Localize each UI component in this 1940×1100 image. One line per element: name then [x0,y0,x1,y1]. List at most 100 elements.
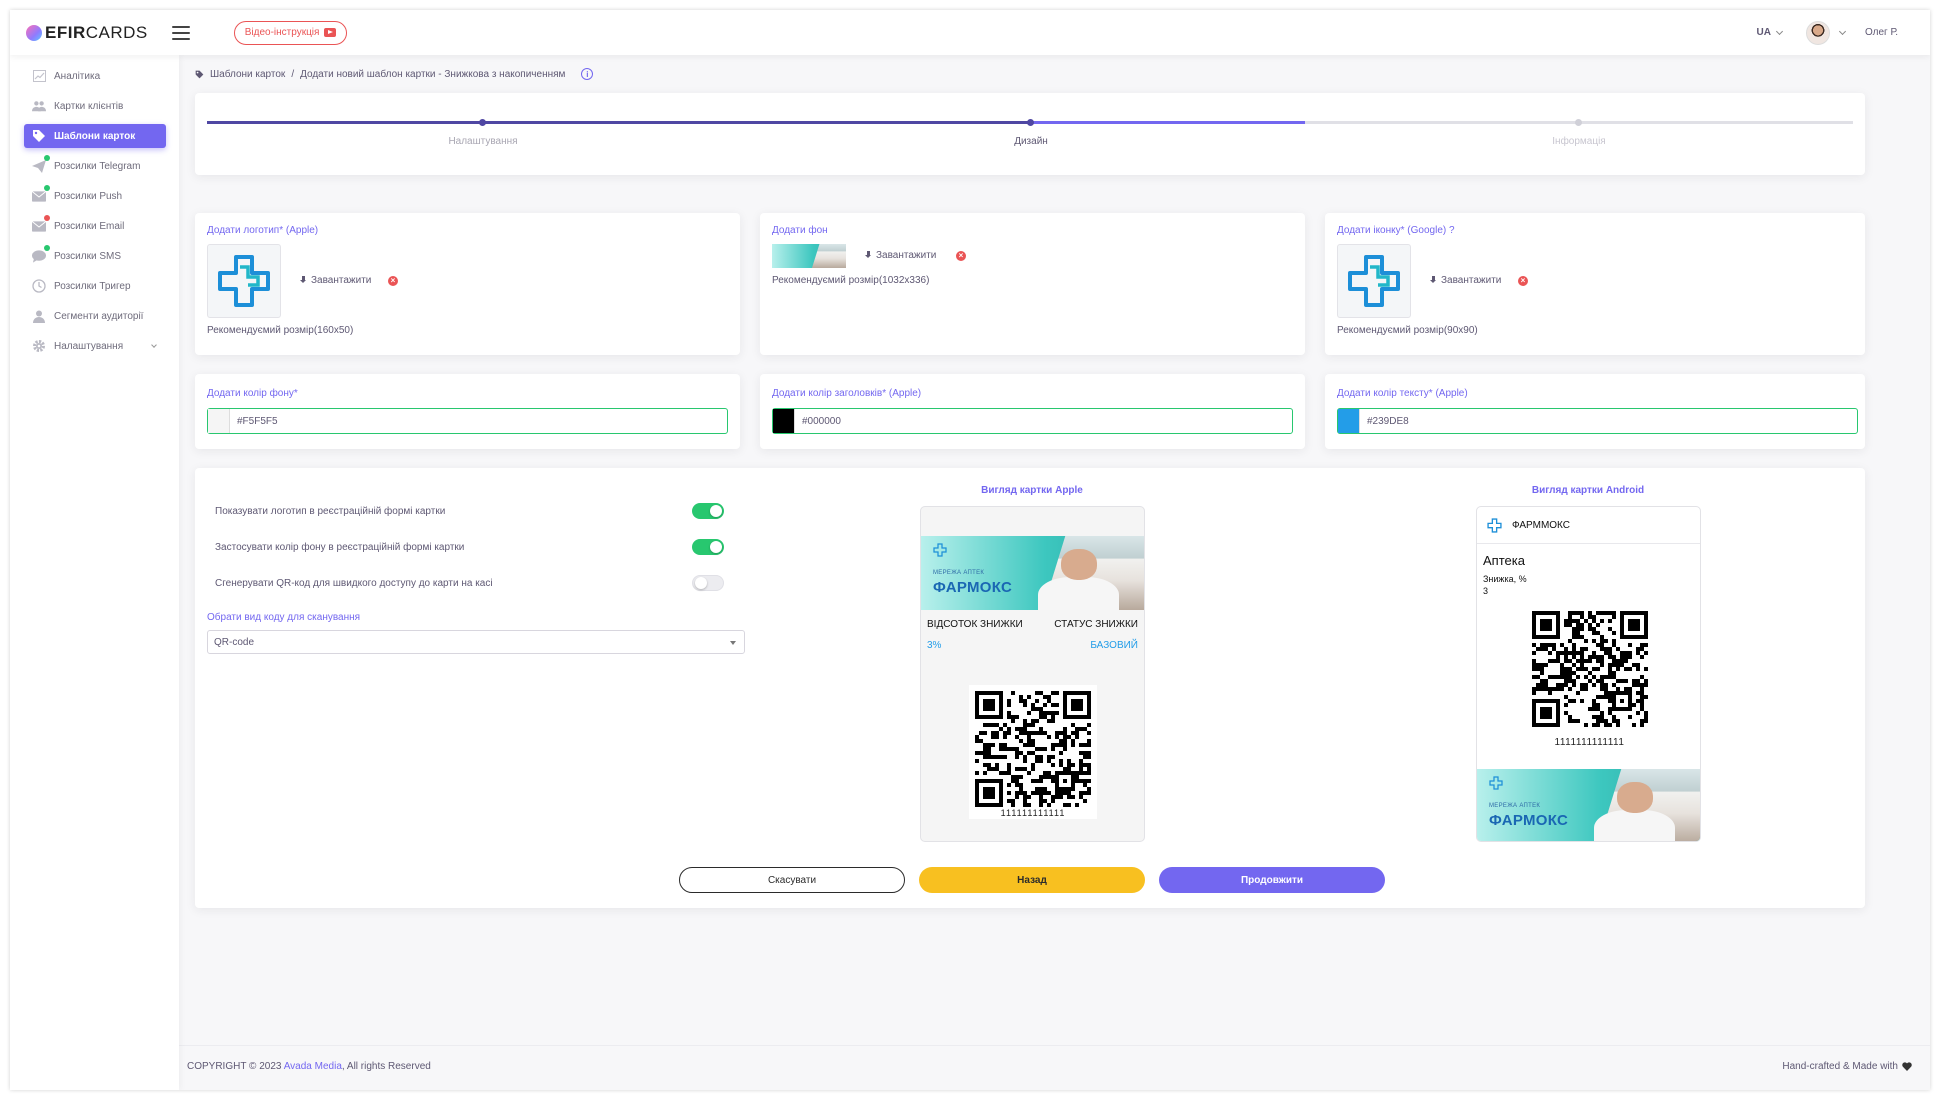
avatar[interactable] [1805,20,1830,45]
chevron-down-icon [151,342,157,348]
header-color-input[interactable]: #000000 [772,408,1293,434]
apple-qr-code: 111111111111 [969,685,1097,819]
mail-icon [32,185,50,203]
status-badge [44,155,50,161]
apple-field2-label: СТАТУС ЗНИЖКИ [1054,619,1138,630]
chat-icon [32,245,50,263]
breadcrumb-current: Додати новий шаблон картки - Знижкова з … [300,68,566,80]
stepper-card: Налаштування Дизайн Інформація [195,93,1865,175]
step-dot-2[interactable] [1027,119,1034,126]
menu-toggle-icon[interactable] [171,25,190,40]
chart-icon [32,69,46,83]
download-icon [864,251,873,260]
clock-icon [32,279,46,293]
background-delete-icon[interactable]: × [956,251,966,261]
sidebar-item-trigger[interactable]: Розсилки Тригер [24,274,166,298]
users-icon [32,99,46,113]
footer: COPYRIGHT © 2023 Avada Media, All rights… [179,1045,1930,1090]
sidebar-item-client-cards[interactable]: Картки клієнтів [24,94,166,118]
step-dot-3[interactable] [1575,119,1582,126]
android-preview-title: Вигляд картки Android [1531,485,1645,496]
sidebar-item-sms[interactable]: Розсилки SMS [24,244,166,268]
back-button[interactable]: Назад [919,867,1145,893]
stepper-progress-done-2 [757,121,1029,124]
sidebar: Аналітика Картки клієнтів Шаблони карток… [10,55,179,1090]
sidebar-item-telegram[interactable]: Розсилки Telegram [24,154,166,178]
app-frame: EFIR CARDS Відео-інструкція UA Олег Р. Ан… [10,10,1930,1090]
user-name[interactable]: Олег Р. [1865,27,1898,38]
chevron-down-icon[interactable] [1838,27,1846,35]
sidebar-item-label: Налаштування [54,340,124,352]
company-link[interactable]: Avada Media [284,1061,342,1072]
tag-icon [195,70,204,78]
cancel-button[interactable]: Скасувати [679,867,905,893]
logo-upload-button[interactable]: Завантажити [299,275,371,286]
option-qr-toggle[interactable] [692,575,724,591]
code-type-select[interactable]: QR-code [207,630,745,654]
android-header-name: ФАРММОКС [1512,519,1570,531]
telegram-icon [32,155,50,173]
sidebar-item-analytics[interactable]: Аналітика [24,64,166,88]
info-icon[interactable]: i [581,68,594,80]
mail-icon [32,215,50,233]
apple-banner-network: МЕРЕЖА АПТЕК [933,570,985,576]
background-upload-text: Завантажити [876,250,937,261]
step-label-design[interactable]: Дизайн [931,136,1131,147]
sidebar-item-push[interactable]: Розсилки Push [24,184,166,208]
code-type-label: Обрати вид коду для сканування [207,612,361,623]
bg-color-card: Додати колір фону* #F5F5F5 [195,374,740,449]
video-instruction-button[interactable]: Відео-інструкція [233,20,348,45]
text-color-label: Додати колір тексту* (Apple) [1337,388,1468,399]
app-logo[interactable]: EFIR CARDS [26,23,148,43]
sidebar-item-segments[interactable]: Сегменти аудиторії [24,304,166,328]
breadcrumb-root[interactable]: Шаблони карток [210,69,285,80]
bg-color-input[interactable]: #F5F5F5 [207,408,728,434]
header-color-swatch[interactable] [773,409,795,433]
design-preview-card: Показувати логотип в реєстраційній формі… [195,468,1865,908]
background-upload-button[interactable]: Завантажити [864,250,936,261]
continue-button[interactable]: Продовжити [1159,867,1385,893]
sidebar-item-email[interactable]: Розсилки Email [24,214,166,238]
step-dot-1[interactable] [479,119,486,126]
header-color-card: Додати колір заголовків* (Apple) #000000 [760,374,1305,449]
sidebar-item-label: Розсилки Push [54,190,123,202]
android-banner: МЕРЕЖА АПТЕК ФАРМОКС [1477,769,1700,841]
text-color-value: #239DE8 [1367,415,1409,427]
apple-field1-label: ВІДСОТОК ЗНИЖКИ [927,619,1023,630]
download-icon [1429,276,1438,285]
apple-card-preview: МЕРЕЖА АПТЕК ФАРМОКС ВІДСОТОК ЗНИЖКИ СТА… [920,506,1145,842]
video-instruction-label: Відео-інструкція [244,27,320,38]
header-right: UA Олег Р. [1757,10,1898,55]
sidebar-item-label: Картки клієнтів [54,100,124,112]
option-apply-bg-toggle[interactable] [692,539,724,555]
step-label-settings[interactable]: Налаштування [383,136,583,147]
android-qr-code [1529,608,1651,730]
bg-color-label: Додати колір фону* [207,388,298,399]
background-upload-label: Додати фон [772,225,828,236]
user-icon [32,309,46,323]
option-show-logo-label: Показувати логотип в реєстраційній формі… [215,506,446,517]
text-color-swatch[interactable] [1338,409,1360,433]
sidebar-item-label: Аналітика [54,70,101,82]
apple-barcode-text: 111111111111 [1000,808,1066,818]
breadcrumb: Шаблони карток / Додати новий шаблон кар… [195,68,594,80]
option-show-logo-toggle[interactable] [692,503,724,519]
language-selector[interactable]: UA [1757,27,1783,38]
icon-upload-text: Завантажити [1441,275,1502,286]
background-recommended-size: Рекомендуємий розмір(1032x336) [772,275,930,286]
sidebar-item-label: Розсилки SMS [54,250,121,262]
logo-delete-icon[interactable]: × [388,276,398,286]
bg-color-swatch[interactable] [208,409,230,433]
icon-upload-button[interactable]: Завантажити [1429,275,1501,286]
icon-delete-icon[interactable]: × [1518,276,1528,286]
top-bar: EFIR CARDS Відео-інструкція UA Олег Р. [10,10,1930,55]
tag-icon [32,129,46,143]
sidebar-item-settings[interactable]: Налаштування [24,334,166,358]
medical-cross-icon [1487,517,1502,533]
footer-made-with: Hand-crafted & Made with [1782,1061,1912,1072]
breadcrumb-separator: / [291,68,295,80]
text-color-input[interactable]: #239DE8 [1337,408,1858,434]
logo-bold-text: EFIR [45,22,86,42]
sidebar-item-card-templates[interactable]: Шаблони карток [24,124,166,148]
step-label-info[interactable]: Інформація [1479,136,1679,147]
